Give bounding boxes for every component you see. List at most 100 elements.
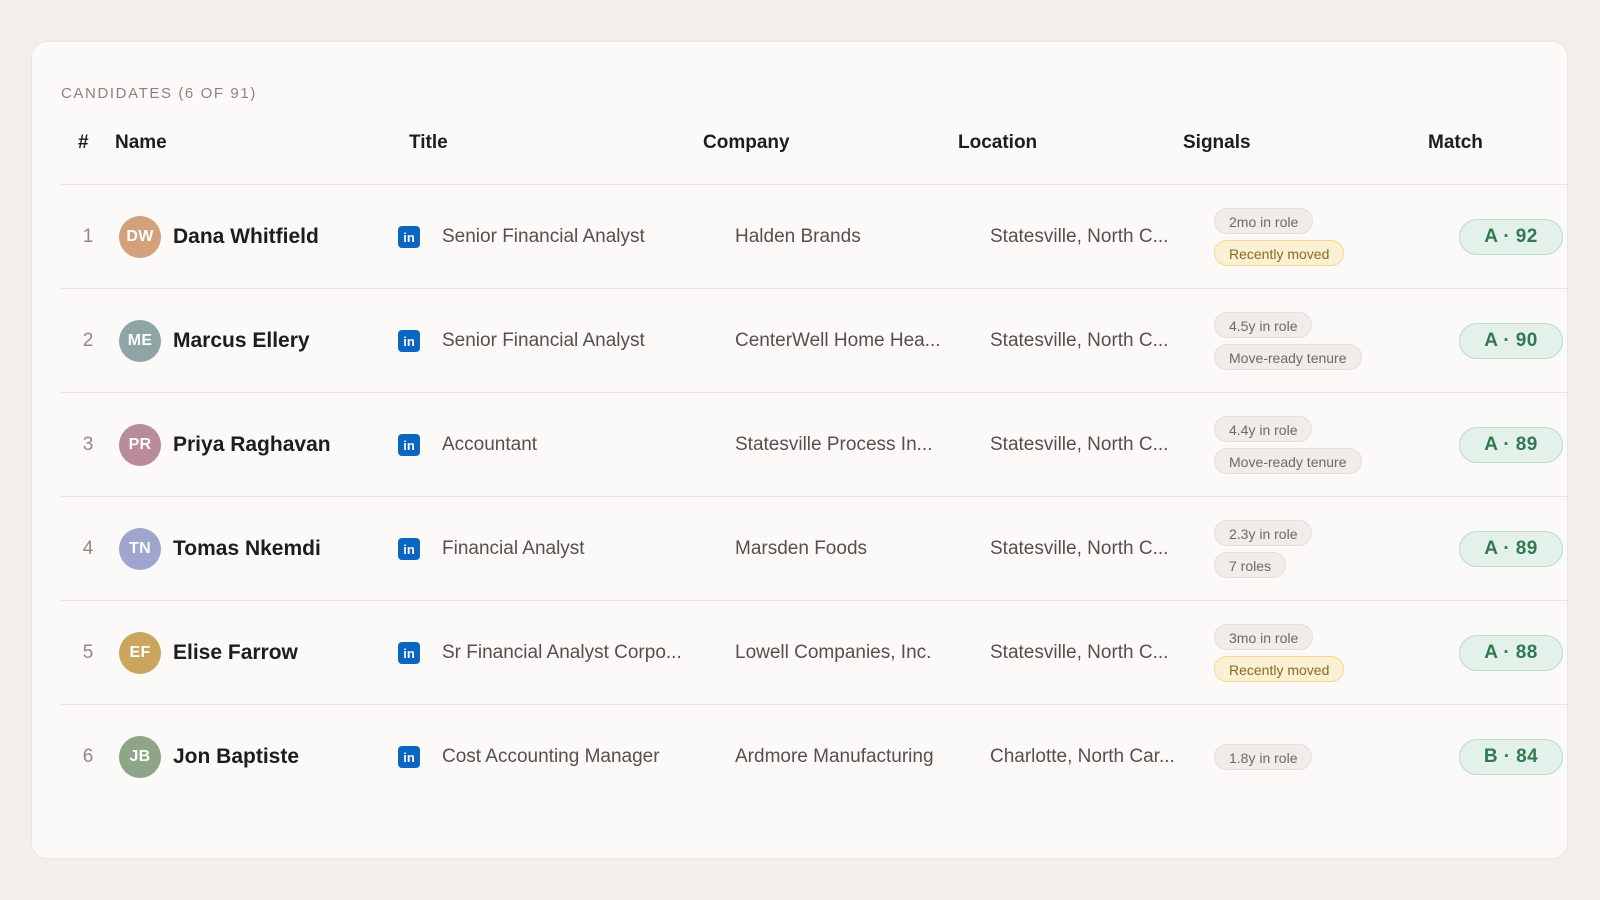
candidate-company: Lowell Companies, Inc. [735, 642, 932, 663]
avatar-initials: ME [119, 320, 161, 362]
avatar-initials: EF [119, 632, 161, 674]
table-row[interactable]: 1 DW Dana Whitfield in Senior Financial … [61, 184, 1567, 289]
signals: 2mo in role Recently moved [1214, 185, 1345, 289]
avatar: EF [119, 601, 161, 705]
column-header-match[interactable]: Match [1428, 132, 1483, 154]
candidate-company: Marsden Foods [735, 538, 868, 559]
match-badge[interactable]: A · 89 [1459, 427, 1563, 463]
section-label: CANDIDATES (6 OF 91) [61, 85, 257, 102]
match-cell: A · 88 [1459, 601, 1563, 705]
match-badge[interactable]: A · 92 [1459, 219, 1563, 255]
candidate-company: Halden Brands [735, 226, 861, 247]
linkedin-link[interactable]: in [398, 705, 420, 809]
candidate-title: Accountant [442, 434, 538, 455]
linkedin-icon[interactable]: in [398, 330, 420, 352]
candidate-company: Statesville Process In... [735, 434, 933, 455]
candidates-card: CANDIDATES (6 OF 91) # Name Title Compan… [31, 41, 1568, 859]
match-cell: B · 84 [1459, 705, 1563, 809]
signals: 2.3y in role 7 roles [1214, 497, 1313, 601]
signals: 1.8y in role [1214, 705, 1313, 809]
linkedin-icon[interactable]: in [398, 434, 420, 456]
signal-chip: 1.8y in role [1214, 744, 1313, 770]
avatar: PR [119, 393, 161, 497]
candidate-location: Charlotte, North Car... [990, 746, 1175, 767]
candidate-title: Senior Financial Analyst [442, 226, 645, 247]
table-row[interactable]: 4 TN Tomas Nkemdi in Financial Analyst M… [61, 496, 1567, 601]
column-header-name[interactable]: Name [115, 132, 167, 154]
candidate-location: Statesville, North C... [990, 226, 1169, 247]
avatar: TN [119, 497, 161, 601]
candidate-name[interactable]: Tomas Nkemdi [173, 497, 321, 601]
match-cell: A · 89 [1459, 393, 1563, 497]
match-badge[interactable]: A · 88 [1459, 635, 1563, 671]
signals: 4.5y in role Move-ready tenure [1214, 289, 1362, 393]
column-header-company[interactable]: Company [703, 132, 790, 154]
avatar: DW [119, 185, 161, 289]
signal-chip: Move-ready tenure [1214, 448, 1362, 474]
linkedin-link[interactable]: in [398, 185, 420, 289]
avatar-initials: TN [119, 528, 161, 570]
signals: 4.4y in role Move-ready tenure [1214, 393, 1362, 497]
match-cell: A · 92 [1459, 185, 1563, 289]
match-badge[interactable]: A · 90 [1459, 323, 1563, 359]
match-badge[interactable]: B · 84 [1459, 739, 1563, 775]
signal-chip: 4.4y in role [1214, 416, 1313, 442]
column-header-signals[interactable]: Signals [1183, 132, 1251, 154]
column-header-title[interactable]: Title [409, 132, 448, 154]
linkedin-link[interactable]: in [398, 497, 420, 601]
candidate-name[interactable]: Priya Raghavan [173, 393, 331, 497]
avatar-initials: JB [119, 736, 161, 778]
signal-chip: 2.3y in role [1214, 520, 1313, 546]
candidate-name[interactable]: Jon Baptiste [173, 705, 299, 809]
row-index: 1 [82, 226, 94, 247]
avatar: JB [119, 705, 161, 809]
table-row[interactable]: 6 JB Jon Baptiste in Cost Accounting Man… [61, 704, 1567, 809]
signal-chip: Move-ready tenure [1214, 344, 1362, 370]
row-index: 5 [82, 642, 94, 663]
column-header-location[interactable]: Location [958, 132, 1037, 154]
candidate-name[interactable]: Marcus Ellery [173, 289, 310, 393]
signal-chip: Recently moved [1214, 656, 1345, 682]
linkedin-icon[interactable]: in [398, 746, 420, 768]
candidate-location: Statesville, North C... [990, 538, 1169, 559]
signal-chip: 2mo in role [1214, 208, 1314, 234]
table-header: # Name Title Company Location Signals Ma… [32, 130, 1567, 166]
match-cell: A · 90 [1459, 289, 1563, 393]
table-row[interactable]: 3 PR Priya Raghavan in Accountant States… [61, 392, 1567, 497]
candidate-name[interactable]: Elise Farrow [173, 601, 298, 705]
row-index: 3 [82, 434, 94, 455]
candidate-rows: 1 DW Dana Whitfield in Senior Financial … [61, 184, 1567, 809]
row-index: 2 [82, 330, 94, 351]
linkedin-link[interactable]: in [398, 601, 420, 705]
candidate-title: Cost Accounting Manager [442, 746, 660, 767]
candidate-location: Statesville, North C... [990, 434, 1169, 455]
signal-chip: 3mo in role [1214, 624, 1314, 650]
linkedin-link[interactable]: in [398, 393, 420, 497]
candidate-title: Senior Financial Analyst [442, 330, 645, 351]
avatar: ME [119, 289, 161, 393]
linkedin-icon[interactable]: in [398, 226, 420, 248]
candidate-title: Financial Analyst [442, 538, 585, 559]
candidate-location: Statesville, North C... [990, 642, 1169, 663]
candidate-company: CenterWell Home Hea... [735, 330, 941, 351]
linkedin-icon[interactable]: in [398, 538, 420, 560]
signal-chip: Recently moved [1214, 240, 1345, 266]
match-cell: A · 89 [1459, 497, 1563, 601]
candidate-company: Ardmore Manufacturing [735, 746, 934, 767]
table-row[interactable]: 5 EF Elise Farrow in Sr Financial Analys… [61, 600, 1567, 705]
avatar-initials: DW [119, 216, 161, 258]
candidate-title: Sr Financial Analyst Corpo... [442, 642, 682, 663]
candidate-location: Statesville, North C... [990, 330, 1169, 351]
signal-chip: 7 roles [1214, 552, 1287, 578]
avatar-initials: PR [119, 424, 161, 466]
candidate-name[interactable]: Dana Whitfield [173, 185, 319, 289]
row-index: 6 [82, 746, 94, 767]
linkedin-link[interactable]: in [398, 289, 420, 393]
signals: 3mo in role Recently moved [1214, 601, 1345, 705]
match-badge[interactable]: A · 89 [1459, 531, 1563, 567]
row-index: 4 [82, 538, 94, 559]
signal-chip: 4.5y in role [1214, 312, 1313, 338]
linkedin-icon[interactable]: in [398, 642, 420, 664]
column-header-index: # [78, 132, 89, 153]
table-row[interactable]: 2 ME Marcus Ellery in Senior Financial A… [61, 288, 1567, 393]
